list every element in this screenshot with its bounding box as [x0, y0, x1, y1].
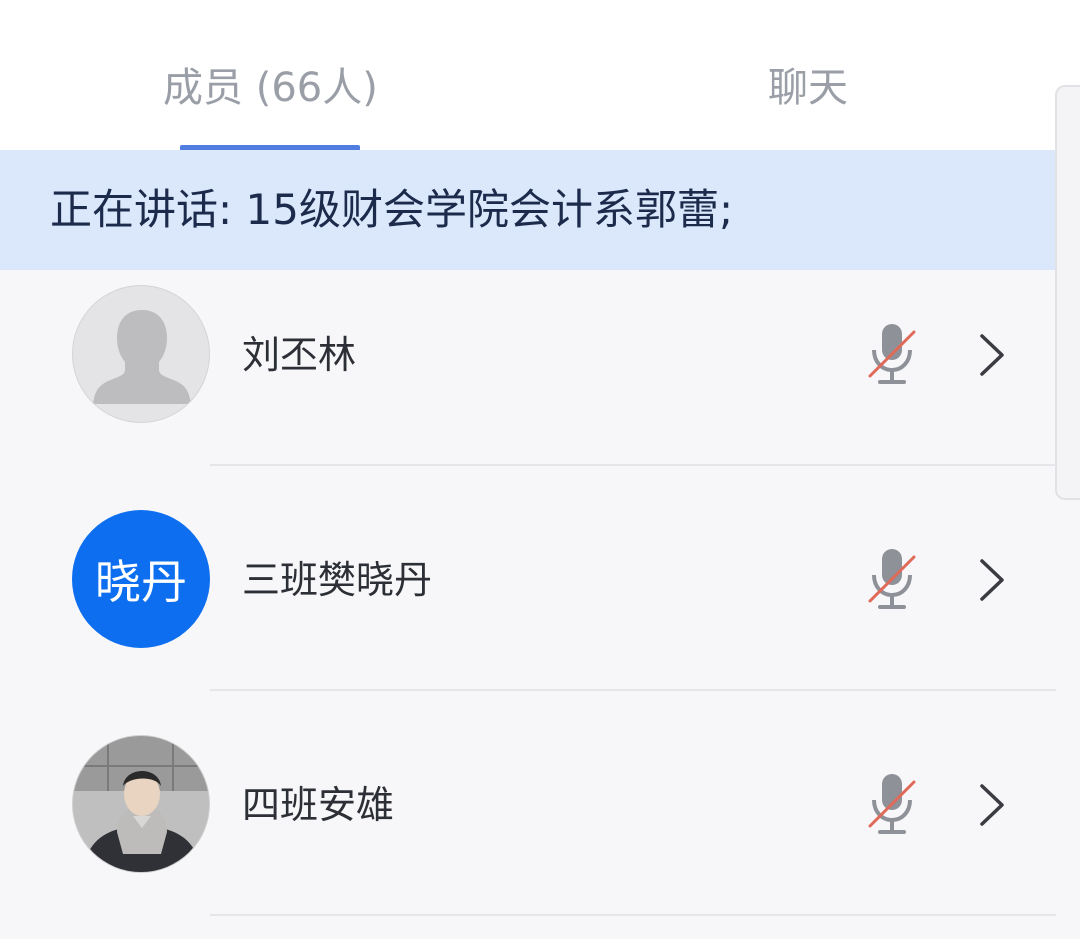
- speaking-banner: 正在讲话: 15级财会学院会计系郭蕾;: [0, 150, 1080, 270]
- mic-muted-icon[interactable]: [864, 772, 920, 838]
- profile-photo: [73, 736, 209, 872]
- member-row[interactable]: 晓丹 三班樊晓丹: [0, 495, 1080, 720]
- avatar: 晓丹: [72, 510, 210, 648]
- member-panel: 成员 (66人) 聊天 正在讲话: 15级财会学院会计系郭蕾; 刘丕林 晓丹 三…: [0, 0, 1080, 939]
- tab-bar: 成员 (66人) 聊天: [0, 0, 1080, 151]
- member-name: 刘丕林: [242, 333, 357, 377]
- mic-muted-icon[interactable]: [864, 547, 920, 613]
- tab-members[interactable]: 成员 (66人): [163, 58, 378, 118]
- member-row[interactable]: 四班安雄: [0, 720, 1080, 939]
- speaking-text: 正在讲话: 15级财会学院会计系郭蕾;: [50, 185, 734, 234]
- member-row[interactable]: 刘丕林: [0, 270, 1080, 495]
- mic-muted-icon[interactable]: [864, 322, 920, 388]
- avatar: [72, 285, 210, 423]
- avatar-initials: 晓丹: [95, 555, 187, 609]
- row-divider: [210, 914, 1056, 916]
- chevron-right-icon[interactable]: [974, 557, 1008, 603]
- default-avatar-icon: [93, 310, 191, 404]
- row-divider: [210, 464, 1056, 466]
- member-name: 三班樊晓丹: [242, 558, 433, 602]
- chevron-right-icon[interactable]: [974, 332, 1008, 378]
- row-divider: [210, 689, 1056, 691]
- member-name: 四班安雄: [242, 783, 395, 827]
- avatar: [72, 735, 210, 873]
- chevron-right-icon[interactable]: [974, 782, 1008, 828]
- tab-chat[interactable]: 聊天: [768, 58, 848, 118]
